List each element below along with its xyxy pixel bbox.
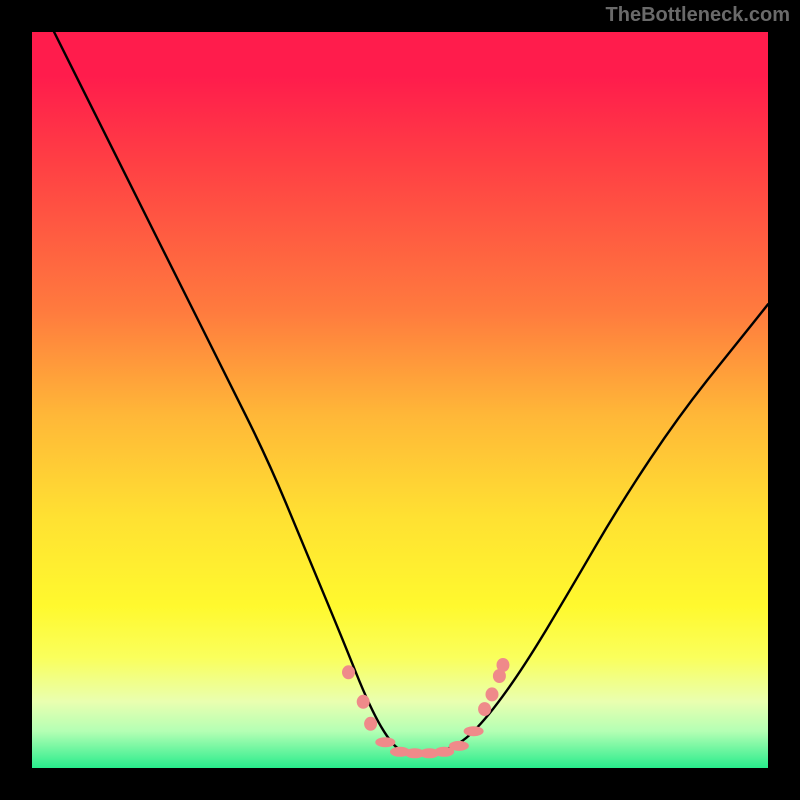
- highlight-marker: [486, 687, 499, 701]
- highlight-marker: [375, 737, 395, 747]
- highlight-marker: [357, 695, 370, 709]
- highlight-marker: [342, 665, 355, 679]
- bottleneck-curve: [54, 32, 768, 753]
- highlight-marker: [364, 717, 377, 731]
- highlight-marker: [449, 741, 469, 751]
- marker-group: [342, 658, 510, 758]
- chart-frame: TheBottleneck.com: [0, 0, 800, 800]
- highlight-marker: [464, 726, 484, 736]
- highlight-marker: [478, 702, 491, 716]
- plot-area: [32, 32, 768, 768]
- watermark-text: TheBottleneck.com: [606, 4, 790, 27]
- curve-svg: [32, 32, 768, 768]
- highlight-marker: [497, 658, 510, 672]
